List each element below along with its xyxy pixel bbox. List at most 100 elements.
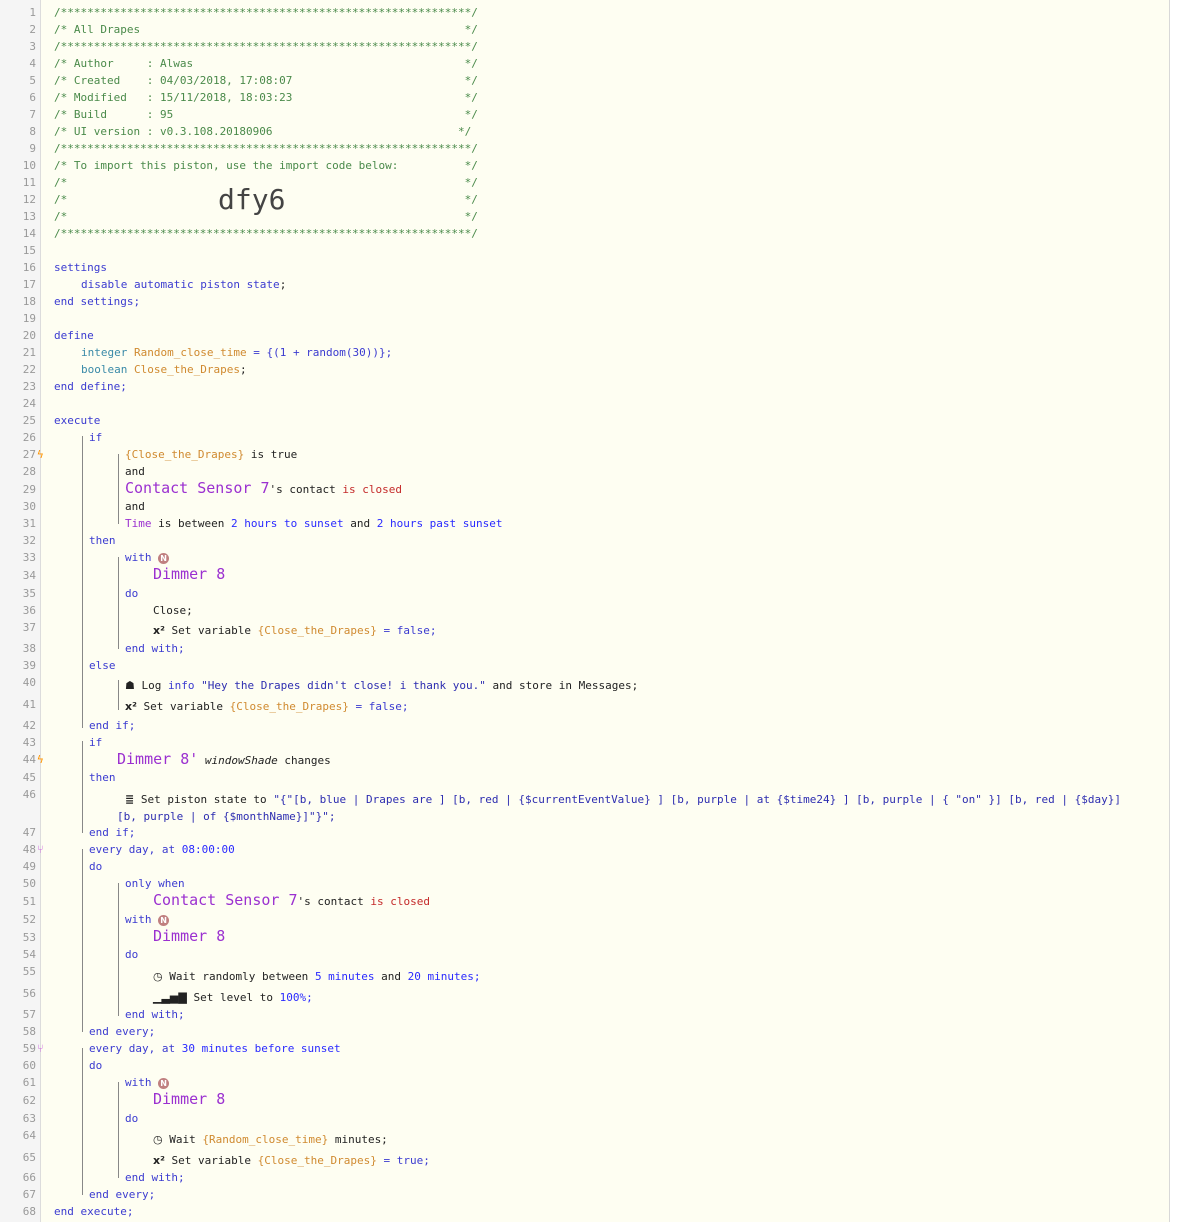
every-day-sunset-timer[interactable]: every day, at 30 minutes before sunset	[89, 1042, 341, 1056]
line-number: 23	[22, 380, 36, 393]
if-keyword[interactable]: if	[89, 736, 102, 750]
every-block-bracket	[82, 849, 83, 1032]
line-number: 67	[22, 1188, 36, 1201]
else-keyword[interactable]: else	[89, 659, 116, 673]
execute-keyword[interactable]: execute	[54, 414, 100, 428]
import-code[interactable]: dfy6	[218, 182, 285, 218]
line-number: 11	[22, 176, 36, 189]
settings-keyword[interactable]: settings	[54, 261, 107, 275]
line-number: 28	[22, 465, 36, 478]
line-number: 24	[22, 397, 36, 410]
time-end: 2 hours past sunset	[376, 517, 503, 530]
line-number: 33	[22, 551, 36, 564]
line-number: 2	[29, 23, 36, 36]
and-operator[interactable]: and	[125, 465, 145, 479]
n-badge-icon: N	[158, 552, 170, 564]
define-keyword[interactable]: define	[54, 329, 94, 343]
line-number: 35	[22, 587, 36, 600]
with-block-bracket	[118, 557, 119, 649]
then-keyword[interactable]: then	[89, 534, 116, 548]
type-boolean: boolean	[81, 363, 128, 376]
and-word: and	[350, 517, 371, 530]
end-with: end with;	[125, 1171, 185, 1184]
set-variable-label: Set variable	[171, 1154, 252, 1167]
end-settings: end settings;	[54, 295, 141, 308]
line-number: 39	[22, 659, 36, 672]
line-number: 6	[29, 91, 36, 104]
and-operator[interactable]: and	[125, 500, 145, 514]
operator: is between	[158, 517, 225, 530]
do-keyword: do	[125, 948, 139, 961]
trigger-lightning-icon: ϟ	[37, 753, 44, 766]
trigger-lightning-icon: ϟ	[37, 448, 44, 461]
only-when-keyword[interactable]: only when	[125, 877, 185, 891]
line-number: 31	[22, 517, 36, 530]
every-day-timer[interactable]: every day, at 08:00:00	[89, 843, 235, 857]
line-number-gutter: 1 2 3 4 5 6 7 8 9 10 11 12 13 14 15 16 17 18 19 20 21 22 23 24 2…	[0, 0, 41, 1222]
define-random-close-time[interactable]: integer Random_close_time = {(1 + random…	[81, 346, 392, 360]
wait-random-close-time[interactable]: ◷ Wait {Random_close_time} minutes;	[153, 1133, 388, 1147]
condition-time-between[interactable]: Time is between 2 hours to sunset and 2 …	[125, 517, 503, 531]
time-start: 2 hours to sunset	[230, 517, 344, 530]
end-with: end with;	[125, 1008, 185, 1021]
device-dimmer-8[interactable]: Dimmer 8	[153, 1092, 225, 1107]
line-number: 3	[29, 40, 36, 53]
store-messages: and store in Messages;	[492, 679, 639, 692]
with-statement[interactable]: with N	[125, 1076, 170, 1090]
do-keyword: do	[89, 1059, 103, 1072]
close-command[interactable]: Close;	[153, 604, 193, 618]
set-variable-true[interactable]: x² Set variable {Close_the_Drapes} = tru…	[153, 1154, 430, 1168]
settings-statement[interactable]: disable automatic piston state;	[81, 278, 286, 292]
line-number: 14	[22, 227, 36, 240]
condition-contact-closed[interactable]: Contact Sensor 7's contact is closed	[125, 481, 402, 497]
header-modified: /* Modified : 15/11/2018, 18:03:23 */	[54, 91, 478, 104]
set-variable-false[interactable]: x² Set variable {Close_the_Drapes} = fal…	[125, 700, 408, 714]
with-block-bracket	[118, 1082, 119, 1178]
line-number: 55	[22, 965, 36, 978]
header-stars: /***************************************…	[54, 6, 478, 19]
timer-branch-icon: ⑂	[37, 843, 44, 856]
end-every: end every;	[89, 1188, 156, 1201]
condition-windowshade-changes[interactable]: Dimmer 8' windowShade changes	[117, 752, 331, 768]
device-dimmer-8[interactable]: Dimmer 8	[153, 567, 225, 582]
line-number: 37	[22, 621, 36, 634]
line-number: 10	[22, 159, 36, 172]
header-author: /* Author : Alwas */	[54, 57, 478, 70]
clock-icon: ◷	[153, 1133, 163, 1146]
timer-branch-icon: ⑂	[37, 1042, 44, 1055]
wait-randomly[interactable]: ◷ Wait randomly between 5 minutes and 20…	[153, 970, 481, 984]
set-piston-state[interactable]: ≣ Set piston state to "{"[b, blue | Drap…	[125, 793, 1121, 807]
value: is closed	[342, 483, 402, 496]
variable-ref: {Random_close_time}	[202, 1133, 329, 1146]
with-keyword: with	[125, 1076, 152, 1089]
if-keyword[interactable]: if	[89, 431, 102, 445]
with-statement[interactable]: with N	[125, 551, 170, 565]
value: = true;	[383, 1154, 430, 1167]
set-level[interactable]: ▁▃▅▇ Set level to 100%;	[153, 991, 313, 1005]
line-number: 13	[22, 210, 36, 223]
device-dimmer-8[interactable]: Dimmer 8	[153, 929, 225, 944]
line-number: 54	[22, 948, 36, 961]
line-number: 4	[29, 57, 36, 70]
line-number: 49	[22, 860, 36, 873]
timer-keyword: every day, at	[89, 843, 176, 856]
end-if: end if;	[89, 826, 136, 839]
set-variable-false[interactable]: x² Set variable {Close_the_Drapes} = fal…	[153, 624, 436, 638]
condition-close-drapes-true[interactable]: {Close_the_Drapes} is true	[125, 448, 297, 462]
line-number: 15	[22, 244, 36, 257]
line-number: 44	[22, 753, 36, 766]
timer-offset: 30 minutes	[181, 1042, 248, 1055]
timer-keyword: every day, at	[89, 1042, 176, 1055]
time-keyword: Time	[125, 517, 152, 530]
condition-contact-closed[interactable]: Contact Sensor 7's contact is closed	[153, 893, 430, 909]
timer-ref: before sunset	[254, 1042, 341, 1055]
line-number: 18	[22, 295, 36, 308]
log-statement[interactable]: ☗ Log info "Hey the Drapes didn't close!…	[125, 679, 638, 693]
line-number: 66	[22, 1171, 36, 1184]
then-keyword[interactable]: then	[89, 771, 116, 785]
end-with: end with;	[125, 642, 185, 655]
set-variable-label: Set variable	[171, 624, 252, 637]
with-statement[interactable]: with N	[125, 913, 170, 927]
log-message: "Hey the Drapes didn't close! i thank yo…	[201, 679, 486, 692]
define-close-the-drapes[interactable]: boolean Close_the_Drapes;	[81, 363, 247, 377]
